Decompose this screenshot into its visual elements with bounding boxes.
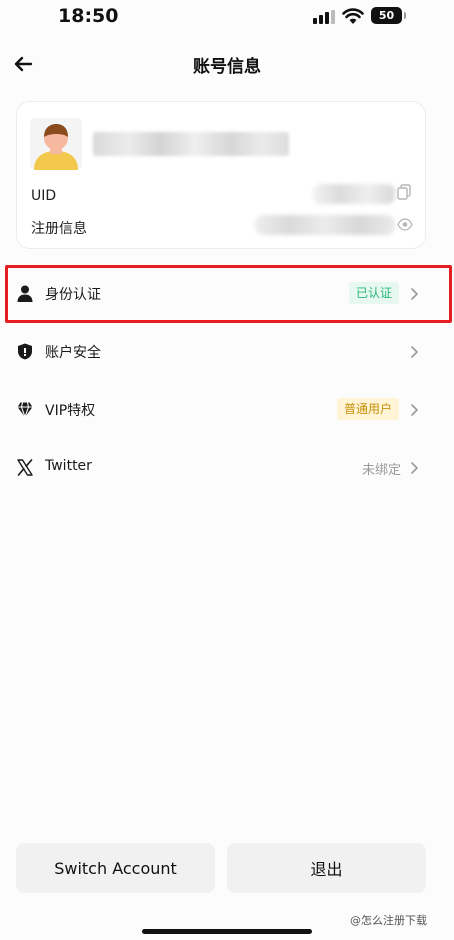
logout-button[interactable]: 退出 [227, 843, 426, 893]
diamond-icon [17, 402, 33, 418]
eye-icon[interactable] [397, 218, 413, 231]
shield-icon [18, 343, 32, 360]
uid-value-redacted [313, 184, 395, 204]
switch-account-button[interactable]: Switch Account [16, 843, 215, 893]
avatar-image [30, 118, 82, 170]
row-label-twitter: Twitter [45, 458, 92, 474]
watermark: @怎么注册下载 [350, 914, 427, 927]
registration-value-redacted [255, 215, 395, 235]
row-label-vip: VIP特权 [45, 403, 96, 419]
status-bar: 18:50 50 [0, 0, 454, 40]
chevron-right-icon [411, 346, 418, 358]
vip-level-badge: 普通用户 [336, 398, 399, 420]
menu-row-twitter[interactable]: Twitter 未绑定 [0, 440, 454, 496]
avatar[interactable] [30, 118, 82, 170]
uid-label: UID [31, 188, 57, 204]
page-title: 账号信息 [193, 57, 261, 77]
profile-card: UID 注册信息 [16, 101, 426, 249]
menu-row-account-security[interactable]: 账户安全 [0, 324, 454, 380]
status-time: 18:50 [58, 5, 119, 27]
x-logo-icon [17, 459, 33, 476]
menu-row-vip[interactable]: VIP特权 普通用户 [0, 382, 454, 438]
twitter-bind-status: 未绑定 [361, 463, 401, 478]
username-redacted [93, 132, 289, 156]
copy-icon[interactable] [397, 184, 411, 200]
row-label-security: 账户安全 [45, 345, 101, 361]
wifi-icon [342, 8, 364, 24]
battery-icon: 50 [371, 7, 406, 24]
signal-icon [313, 10, 335, 24]
chevron-right-icon [411, 404, 418, 416]
home-indicator [142, 929, 312, 934]
highlight-box [5, 265, 452, 323]
chevron-right-icon [411, 462, 418, 474]
registration-label: 注册信息 [31, 221, 87, 237]
